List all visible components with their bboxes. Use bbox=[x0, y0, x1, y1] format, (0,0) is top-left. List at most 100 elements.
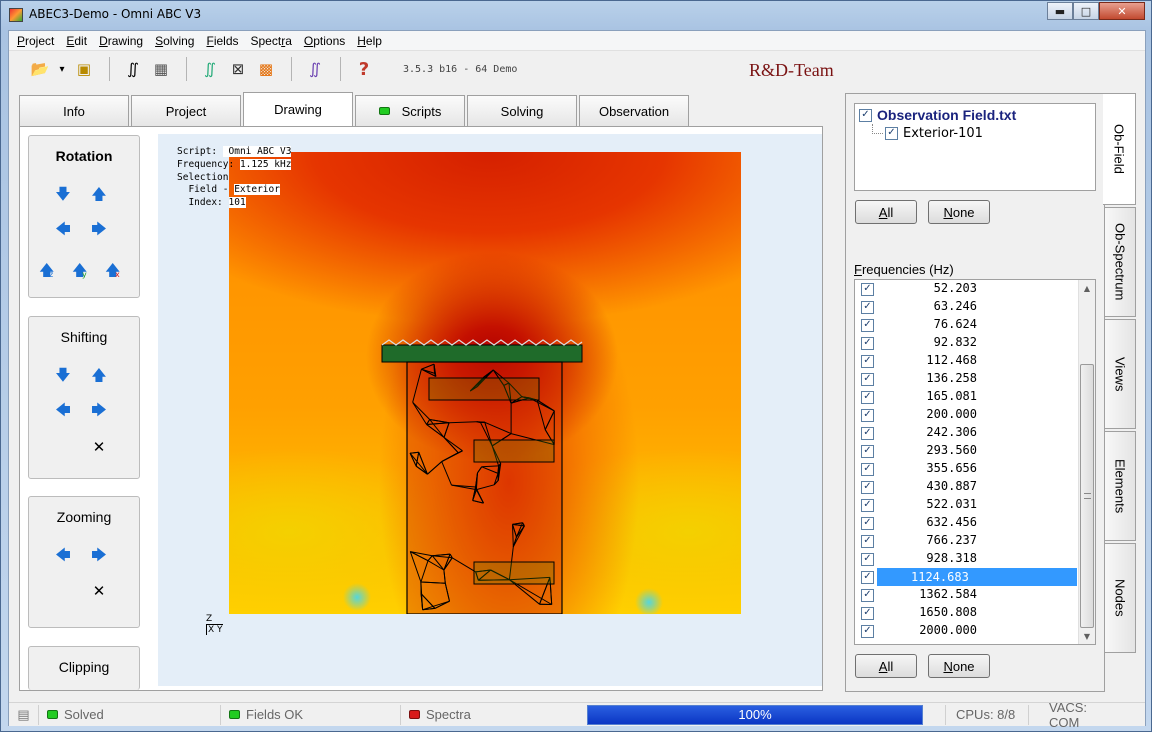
side-tab-nodes[interactable]: Nodes bbox=[1105, 543, 1136, 653]
side-tab-ob-spectrum[interactable]: Ob-Spectrum bbox=[1105, 207, 1136, 317]
frequency-row[interactable]: ✓ 112.468 bbox=[855, 352, 1095, 370]
checkbox-checked-icon[interactable]: ✓ bbox=[861, 570, 874, 584]
checkbox-checked-icon[interactable]: ✓ bbox=[861, 480, 874, 494]
select-all-frequencies-button[interactable]: All bbox=[855, 654, 917, 678]
checkbox-checked-icon[interactable]: ✓ bbox=[861, 498, 874, 512]
frequency-row[interactable]: ✓ 242.306 bbox=[855, 424, 1095, 442]
side-tab-views[interactable]: Views bbox=[1105, 319, 1136, 429]
checkbox-checked-icon[interactable]: ✓ bbox=[861, 282, 874, 296]
frequency-row[interactable]: ✓ 355.656 bbox=[855, 460, 1095, 478]
frequency-row[interactable]: ✓ 1362.584 bbox=[855, 586, 1095, 604]
menu-item[interactable]: Edit bbox=[62, 34, 91, 48]
frequency-row[interactable]: ✓ 928.318 bbox=[855, 550, 1095, 568]
spectra-icon[interactable]: ∬ bbox=[197, 56, 223, 82]
rotate-left-button[interactable]: 🡄 bbox=[53, 219, 73, 239]
tab-solving[interactable]: Solving bbox=[467, 95, 577, 126]
zoom-reset-button[interactable]: ✕ bbox=[89, 581, 109, 601]
checkbox-checked-icon[interactable]: ✓ bbox=[861, 354, 874, 368]
tab-scripts[interactable]: Scripts bbox=[355, 95, 465, 126]
field-color-icon[interactable]: ▩ bbox=[253, 56, 279, 82]
frequency-row[interactable]: ✓ 632.456 bbox=[855, 514, 1095, 532]
menu-item[interactable]: Fields bbox=[202, 34, 242, 48]
frequency-row[interactable]: ✓ 1650.808 bbox=[855, 604, 1095, 622]
frequency-row[interactable]: ✓ 522.031 bbox=[855, 496, 1095, 514]
checkbox-checked-icon[interactable]: ✓ bbox=[861, 300, 874, 314]
checkbox-checked-icon[interactable]: ✓ bbox=[861, 336, 874, 350]
menu-item[interactable]: Help bbox=[353, 34, 386, 48]
menu-item[interactable]: Drawing bbox=[95, 34, 147, 48]
frequency-row[interactable]: ✓ 63.246 bbox=[855, 298, 1095, 316]
checkbox-checked-icon[interactable]: ✓ bbox=[861, 372, 874, 386]
scroll-thumb[interactable] bbox=[1080, 364, 1094, 628]
shift-reset-button[interactable]: ✕ bbox=[89, 437, 109, 457]
checkbox-checked-icon[interactable]: ✓ bbox=[861, 588, 874, 602]
checkbox-checked-icon[interactable]: ✓ bbox=[861, 462, 874, 476]
menu-item[interactable]: Solving bbox=[151, 34, 198, 48]
drawing-viewport[interactable]: Script: Omni ABC V3 Frequency: 1.125 kHz… bbox=[158, 134, 822, 686]
scroll-up-icon[interactable]: ▲ bbox=[1079, 280, 1095, 296]
shift-down-button[interactable]: 🡇 bbox=[53, 365, 73, 385]
frequency-row[interactable]: ✓ 2000.000 bbox=[855, 622, 1095, 640]
tree-root[interactable]: ✓ Observation Field.txt bbox=[859, 106, 1091, 124]
checkbox-checked-icon[interactable]: ✓ bbox=[861, 408, 874, 422]
checkbox-checked-icon[interactable]: ✓ bbox=[861, 534, 874, 548]
frequency-row[interactable]: ✓ 200.000 bbox=[855, 406, 1095, 424]
rotate-y-button[interactable]: 🡅 y bbox=[72, 260, 96, 280]
frequency-row[interactable]: ✓ 76.624 bbox=[855, 316, 1095, 334]
rotate-down-button[interactable]: 🡇 bbox=[53, 184, 73, 204]
scroll-down-icon[interactable]: ▼ bbox=[1079, 628, 1095, 644]
tab-info[interactable]: Info bbox=[19, 95, 129, 126]
tree-child[interactable]: ✓ Exterior-101 bbox=[859, 124, 1091, 142]
frequency-scrollbar[interactable]: ▲ ▼ bbox=[1078, 280, 1095, 644]
frequency-row[interactable]: ✓ 165.081 bbox=[855, 388, 1095, 406]
shift-right-button[interactable]: 🡆 bbox=[89, 400, 109, 420]
frequency-row[interactable]: ✓ 293.560 bbox=[855, 442, 1095, 460]
side-tab-elements[interactable]: Elements bbox=[1105, 431, 1136, 541]
tab-project[interactable]: Project bbox=[131, 95, 241, 126]
side-tab-ob-field[interactable]: Ob-Field bbox=[1103, 93, 1136, 205]
zoom-out-button[interactable]: 🡄 bbox=[53, 545, 73, 565]
integrate-icon[interactable]: ∬ bbox=[120, 56, 146, 82]
zoom-in-button[interactable]: 🡆 bbox=[89, 545, 109, 565]
rotate-right-button[interactable]: 🡆 bbox=[89, 219, 109, 239]
tab-drawing[interactable]: Drawing bbox=[243, 92, 353, 126]
shift-left-button[interactable]: 🡄 bbox=[53, 400, 73, 420]
select-none-frequencies-button[interactable]: None bbox=[928, 654, 990, 678]
checkbox-checked-icon[interactable]: ✓ bbox=[861, 606, 874, 620]
solve-curve-icon[interactable]: ∬ bbox=[302, 56, 328, 82]
checkbox-checked-icon[interactable]: ✓ bbox=[859, 108, 872, 122]
minimize-button[interactable]: ▬ bbox=[1047, 2, 1073, 20]
rotate-up-button[interactable]: 🡅 bbox=[89, 184, 109, 204]
frequency-row[interactable]: ✓ 92.832 bbox=[855, 334, 1095, 352]
frequency-row[interactable]: ✓ 430.887 bbox=[855, 478, 1095, 496]
open-folder-icon[interactable]: 📂 bbox=[27, 56, 53, 82]
dropdown-icon[interactable]: ▾ bbox=[55, 56, 69, 82]
frequency-list[interactable]: ✓ 52.203 ✓ 63.246 ✓ 76.624 ✓ 92.832 ✓ 112.468 ✓ 136… bbox=[854, 279, 1096, 645]
menu-item[interactable]: Options bbox=[300, 34, 349, 48]
frequency-row[interactable]: ✓ 136.258 bbox=[855, 370, 1095, 388]
menu-item[interactable]: Spectra bbox=[247, 34, 296, 48]
rotate-x-button[interactable]: 🡅 x bbox=[105, 260, 129, 280]
checkbox-checked-icon[interactable]: ✓ bbox=[861, 624, 874, 638]
frequency-row[interactable]: ✓ 766.237 bbox=[855, 532, 1095, 550]
title-bar[interactable]: ABEC3-Demo - Omni ABC V3 ▬ □ ✕ bbox=[1, 1, 1151, 29]
save-icon[interactable]: ▣ bbox=[71, 56, 97, 82]
frequency-row[interactable]: ✓ 1124.683 bbox=[855, 568, 1095, 586]
close-button[interactable]: ✕ bbox=[1099, 2, 1145, 20]
checkbox-checked-icon[interactable]: ✓ bbox=[861, 444, 874, 458]
checkbox-checked-icon[interactable]: ✓ bbox=[861, 426, 874, 440]
grid-icon[interactable]: ⊠ bbox=[225, 56, 251, 82]
maximize-button[interactable]: □ bbox=[1073, 2, 1099, 20]
rotate-z-button[interactable]: 🡅 z bbox=[39, 260, 63, 280]
tab-observation[interactable]: Observation bbox=[579, 95, 689, 126]
checkbox-checked-icon[interactable]: ✓ bbox=[861, 552, 874, 566]
select-all-fields-button[interactable]: All bbox=[855, 200, 917, 224]
checkbox-checked-icon[interactable]: ✓ bbox=[861, 390, 874, 404]
checkbox-checked-icon[interactable]: ✓ bbox=[885, 126, 898, 140]
frequency-row[interactable]: ✓ 52.203 bbox=[855, 280, 1095, 298]
select-none-fields-button[interactable]: None bbox=[928, 200, 990, 224]
shift-up-button[interactable]: 🡅 bbox=[89, 365, 109, 385]
mesh-icon[interactable]: ▦ bbox=[148, 56, 174, 82]
checkbox-checked-icon[interactable]: ✓ bbox=[861, 318, 874, 332]
help-icon[interactable]: ? bbox=[351, 56, 377, 82]
